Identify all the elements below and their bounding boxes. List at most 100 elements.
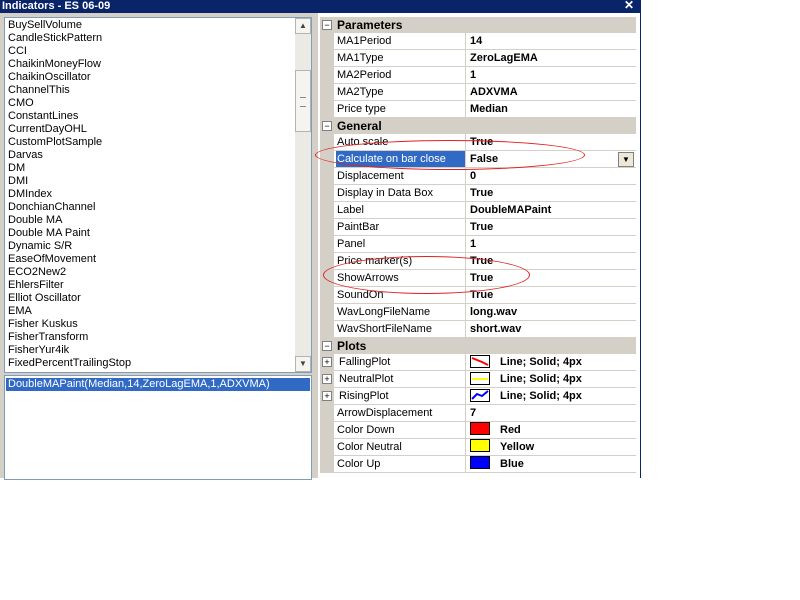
property-row[interactable]: PaintBar True: [320, 219, 636, 236]
indicator-list-item[interactable]: CMO: [8, 97, 293, 110]
property-row[interactable]: SoundOn True: [320, 287, 636, 304]
applied-indicators-list[interactable]: DoubleMAPaint(Median,14,ZeroLagEMA,1,ADX…: [4, 375, 312, 480]
indicator-list-item[interactable]: Double MA Paint: [8, 227, 293, 240]
property-value[interactable]: long.wav: [470, 304, 636, 320]
property-value[interactable]: ADXVMA: [470, 84, 636, 100]
property-name: WavShortFileName: [336, 321, 466, 337]
property-row[interactable]: Price marker(s) True: [320, 253, 636, 270]
property-value[interactable]: Yellow: [470, 439, 636, 455]
property-row[interactable]: ArrowDisplacement 7: [320, 405, 636, 422]
property-value[interactable]: short.wav: [470, 321, 636, 337]
property-value[interactable]: 0: [470, 168, 636, 184]
indicator-list-item[interactable]: ConstantLines: [8, 110, 293, 123]
indicator-list-item[interactable]: ChannelThis: [8, 84, 293, 97]
indicator-list-item[interactable]: Fisher Kuskus: [8, 318, 293, 331]
plot-style-icon: [470, 372, 490, 385]
expand-icon[interactable]: +: [322, 391, 332, 401]
property-value[interactable]: Line; Solid; 4px: [470, 388, 636, 404]
indicator-list-item[interactable]: ChaikinMoneyFlow: [8, 58, 293, 71]
indicator-list-item[interactable]: FisherTransform: [8, 331, 293, 344]
indicator-list-item[interactable]: FisherYur4ik: [8, 344, 293, 357]
property-row[interactable]: Label DoubleMAPaint: [320, 202, 636, 219]
property-row[interactable]: + RisingPlot Line; Solid; 4px: [320, 388, 636, 405]
property-value[interactable]: 14: [470, 33, 636, 49]
indicator-list-item[interactable]: ChaikinOscillator: [8, 71, 293, 84]
property-value[interactable]: 1: [470, 236, 636, 252]
indicator-list-item[interactable]: Double MA: [8, 214, 293, 227]
indicators-dialog: Indicators - ES 06-09 ✕ BuySellVolume Can…: [0, 0, 641, 480]
property-value[interactable]: True: [470, 253, 636, 269]
category-parameters[interactable]: − Parameters: [320, 17, 636, 33]
property-row[interactable]: Color Down Red: [320, 422, 636, 439]
indicator-list-item[interactable]: EMA: [8, 305, 293, 318]
indicator-list-item[interactable]: CCI: [8, 45, 293, 58]
indicator-list-item[interactable]: CurrentDayOHL: [8, 123, 293, 136]
property-value[interactable]: True: [470, 270, 636, 286]
expand-icon[interactable]: +: [322, 374, 332, 384]
indicator-list-item[interactable]: ECO2New2: [8, 266, 293, 279]
indicator-list-item[interactable]: DonchianChannel: [8, 201, 293, 214]
applied-indicator-item[interactable]: DoubleMAPaint(Median,14,ZeroLagEMA,1,ADX…: [6, 378, 310, 391]
indicator-list-scrollbar[interactable]: ▲ ▼: [295, 18, 311, 372]
scroll-thumb[interactable]: [295, 70, 311, 132]
property-row[interactable]: MA2Type ADXVMA: [320, 84, 636, 101]
property-value[interactable]: Median: [470, 101, 636, 117]
collapse-icon[interactable]: −: [322, 341, 332, 351]
property-row[interactable]: Color Neutral Yellow: [320, 439, 636, 456]
property-value[interactable]: 1: [470, 67, 636, 83]
indicator-list-item[interactable]: Darvas: [8, 149, 293, 162]
row-gutter: [320, 33, 334, 49]
indicator-list-item[interactable]: FixedPercentTrailingStop: [8, 357, 293, 370]
property-value[interactable]: True: [470, 185, 636, 201]
dropdown-icon[interactable]: ▼: [618, 152, 634, 167]
property-row[interactable]: + NeutralPlot Line; Solid; 4px: [320, 371, 636, 388]
property-row[interactable]: Panel 1: [320, 236, 636, 253]
property-row[interactable]: Auto scale True: [320, 134, 636, 151]
property-row[interactable]: Color Up Blue: [320, 456, 636, 473]
property-value[interactable]: DoubleMAPaint: [470, 202, 636, 218]
property-name: Panel: [336, 236, 466, 252]
indicator-list-item[interactable]: EaseOfMovement: [8, 253, 293, 266]
property-row[interactable]: MA1Type ZeroLagEMA: [320, 50, 636, 67]
property-row[interactable]: Price type Median: [320, 101, 636, 118]
property-row[interactable]: ShowArrows True: [320, 270, 636, 287]
property-value[interactable]: True: [470, 287, 636, 303]
indicator-list-item[interactable]: EhlersFilter: [8, 279, 293, 292]
indicator-list-item[interactable]: DMIndex: [8, 188, 293, 201]
indicator-list-item[interactable]: BuySellVolume: [8, 19, 293, 32]
property-value[interactable]: 7: [470, 405, 636, 421]
property-value[interactable]: False: [470, 151, 636, 167]
property-row[interactable]: WavLongFileName long.wav: [320, 304, 636, 321]
category-general[interactable]: − General: [320, 118, 636, 134]
property-row[interactable]: Display in Data Box True: [320, 185, 636, 202]
category-plots[interactable]: − Plots: [320, 338, 636, 354]
property-row[interactable]: MA1Period 14: [320, 33, 636, 50]
property-value[interactable]: Line; Solid; 4px: [470, 371, 636, 387]
property-value[interactable]: Line; Solid; 4px: [470, 354, 636, 370]
property-grid: − Parameters MA1Period 14 MA1Type ZeroLagEMA M…: [320, 17, 636, 473]
property-row[interactable]: Calculate on bar close False ▼: [320, 151, 636, 168]
row-gutter: [320, 219, 334, 235]
indicator-list[interactable]: BuySellVolume CandleStickPattern CCI Chaiki…: [4, 17, 312, 373]
property-value[interactable]: ZeroLagEMA: [470, 50, 636, 66]
property-row[interactable]: + FallingPlot Line; Solid; 4px: [320, 354, 636, 371]
property-row[interactable]: MA2Period 1: [320, 67, 636, 84]
scroll-up-icon[interactable]: ▲: [295, 18, 311, 34]
property-value[interactable]: True: [470, 219, 636, 235]
indicator-list-item[interactable]: DM: [8, 162, 293, 175]
property-value[interactable]: True: [470, 134, 636, 150]
indicator-list-item[interactable]: CustomPlotSample: [8, 136, 293, 149]
indicator-list-item[interactable]: CandleStickPattern: [8, 32, 293, 45]
property-value[interactable]: Blue: [470, 456, 636, 472]
scroll-down-icon[interactable]: ▼: [295, 356, 311, 372]
expand-icon[interactable]: +: [322, 357, 332, 367]
property-row[interactable]: Displacement 0: [320, 168, 636, 185]
collapse-icon[interactable]: −: [322, 121, 332, 131]
indicator-list-item[interactable]: DMI: [8, 175, 293, 188]
indicator-list-item[interactable]: Elliot Oscillator: [8, 292, 293, 305]
property-row[interactable]: WavShortFileName short.wav: [320, 321, 636, 338]
collapse-icon[interactable]: −: [322, 20, 332, 30]
property-value[interactable]: Red: [470, 422, 636, 438]
indicator-list-item[interactable]: Dynamic S/R: [8, 240, 293, 253]
close-icon[interactable]: ✕: [624, 0, 634, 12]
